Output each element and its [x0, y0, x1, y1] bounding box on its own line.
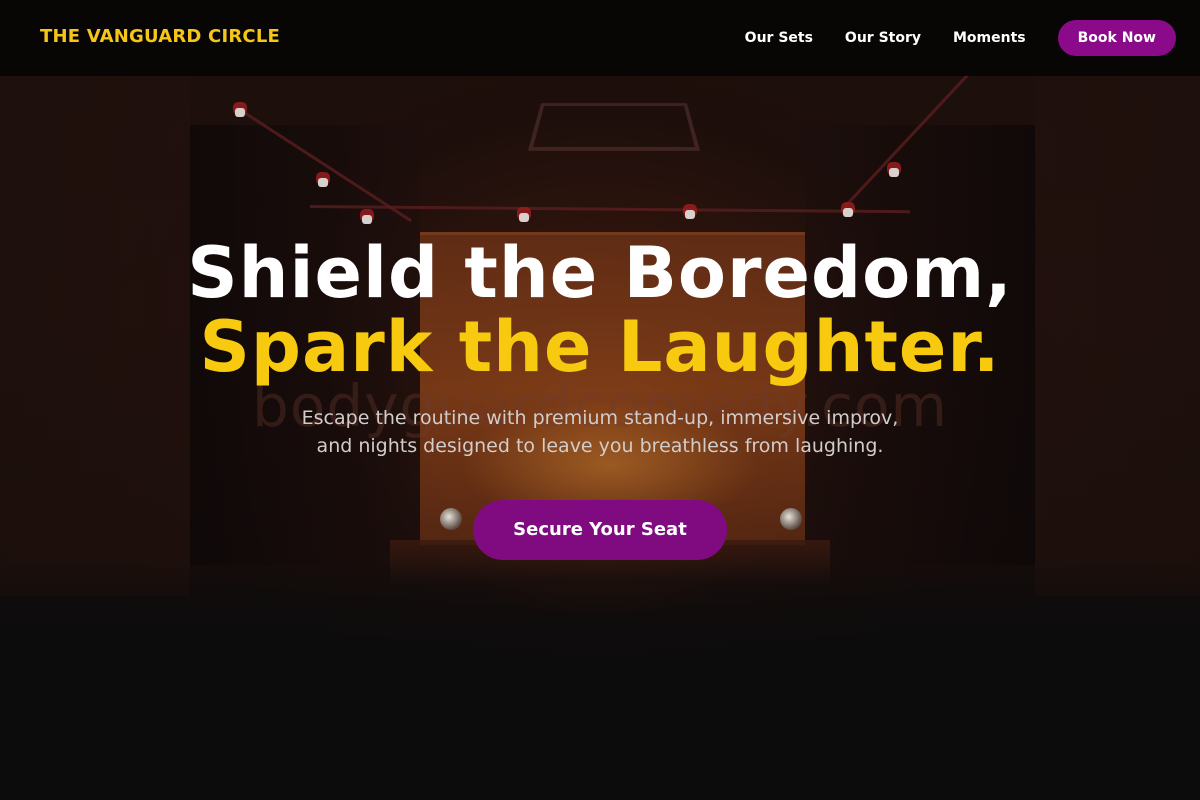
hero-headline-line2: Spark the Laughter. [199, 306, 1001, 388]
hero-subtitle-line1: Escape the routine with premium stand-up… [301, 407, 899, 429]
main-nav: Our Sets Our Story Moments Book Now [745, 20, 1176, 56]
hero-subtitle-line2: and nights designed to leave you breathl… [316, 435, 884, 457]
floor-shadow [0, 560, 1200, 800]
nav-link-our-sets[interactable]: Our Sets [745, 30, 813, 46]
spotlight [685, 210, 695, 219]
hero-subtitle: Escape the routine with premium stand-up… [250, 404, 950, 460]
top-navigation-bar: THE VANGUARD CIRCLE Our Sets Our Story M… [0, 0, 1200, 76]
hero-section: Shield the Boredom, Spark the Laughter. … [0, 236, 1200, 560]
hero-headline: Shield the Boredom, Spark the Laughter. [0, 236, 1200, 384]
spotlight [362, 215, 372, 224]
secure-your-seat-button[interactable]: Secure Your Seat [473, 500, 727, 560]
nav-link-our-story[interactable]: Our Story [845, 30, 921, 46]
brand-logo[interactable]: THE VANGUARD CIRCLE [40, 26, 280, 47]
spotlight [318, 178, 328, 187]
nav-link-moments[interactable]: Moments [953, 30, 1026, 46]
hero-headline-line1: Shield the Boredom, [187, 232, 1013, 314]
spotlight [519, 213, 529, 222]
spotlight [889, 168, 899, 177]
spotlight [235, 108, 245, 117]
page: bodyguardcomedy.com THE VANGUARD CIRCLE … [0, 0, 1200, 800]
book-now-button[interactable]: Book Now [1057, 20, 1176, 56]
spotlight [843, 208, 853, 217]
ceiling-vent [527, 103, 701, 151]
